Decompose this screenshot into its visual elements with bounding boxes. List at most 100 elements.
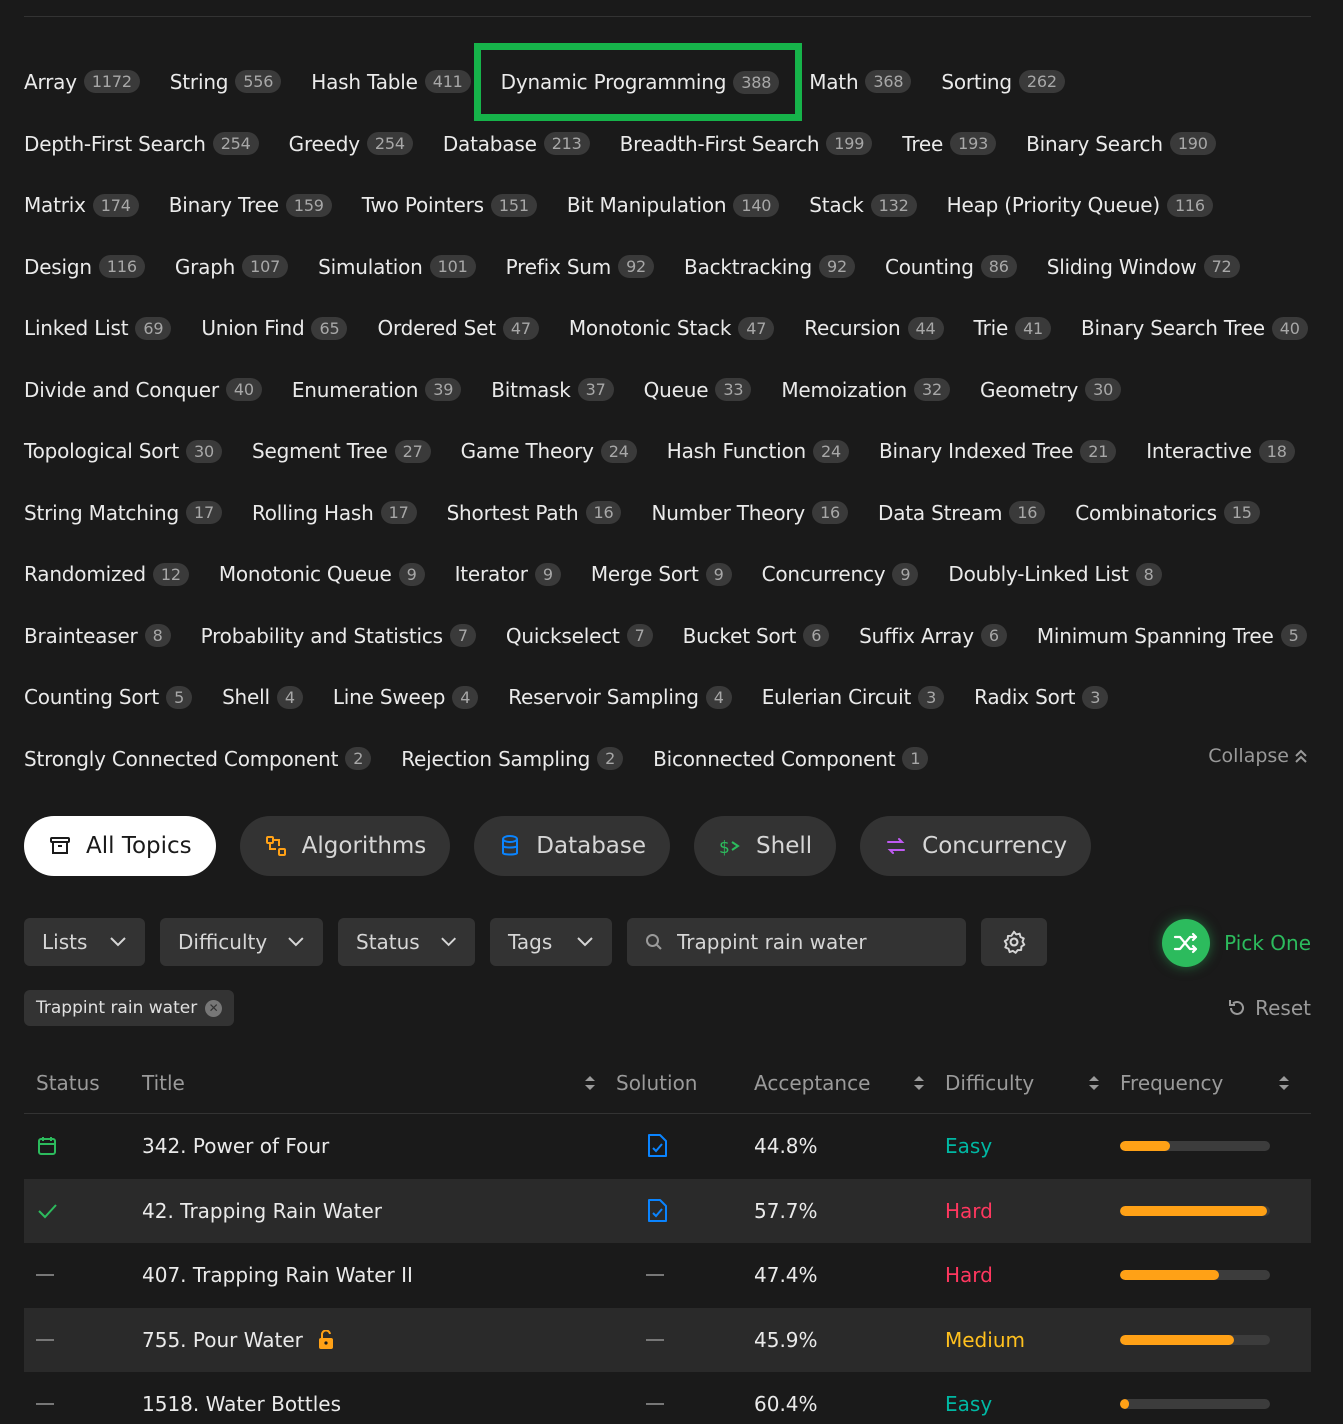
status-dropdown[interactable]: Status <box>338 918 475 966</box>
topic-tag[interactable]: Line Sweep 4 <box>333 667 479 729</box>
topic-tag[interactable]: Prefix Sum 92 <box>506 236 655 298</box>
topic-tag[interactable]: Quickselect 7 <box>506 605 653 667</box>
topic-tag[interactable]: Bucket Sort 6 <box>683 605 830 667</box>
topic-tag[interactable]: Breadth-First Search 199 <box>620 113 873 175</box>
topic-tag[interactable]: Math 368 <box>809 51 912 113</box>
problem-title-link[interactable]: 755. Pour Water <box>142 1328 303 1352</box>
topic-tag[interactable]: Rolling Hash 17 <box>252 482 417 544</box>
topic-tag[interactable]: Union Find 65 <box>201 298 348 360</box>
topic-tag[interactable]: Monotonic Stack 47 <box>569 298 775 360</box>
solution-icon[interactable] <box>646 1198 668 1224</box>
search-input[interactable] <box>677 930 937 954</box>
problem-title-link[interactable]: 42. Trapping Rain Water <box>142 1199 382 1223</box>
lists-dropdown[interactable]: Lists <box>24 918 145 966</box>
difficulty-dropdown[interactable]: Difficulty <box>160 918 323 966</box>
topic-tag[interactable]: Dynamic Programming 388 <box>473 43 803 121</box>
topic-tag[interactable]: Topological Sort 30 <box>24 421 222 483</box>
topic-tag[interactable]: Bitmask 37 <box>491 359 614 421</box>
topic-tag[interactable]: Stack 132 <box>809 175 917 237</box>
topic-tag[interactable]: Matrix 174 <box>24 175 139 237</box>
topic-tag[interactable]: Reservoir Sampling 4 <box>508 667 732 729</box>
topic-tag[interactable]: Database 213 <box>443 113 590 175</box>
topic-tag[interactable]: Monotonic Queue 9 <box>219 544 425 606</box>
topic-tag[interactable]: Bit Manipulation 140 <box>567 175 780 237</box>
table-row[interactable]: 755. Pour Water 45.9% Medium <box>24 1307 1311 1372</box>
topic-tag[interactable]: Shortest Path 16 <box>447 482 622 544</box>
reset-button[interactable]: Reset <box>1227 996 1311 1020</box>
close-icon[interactable]: ✕ <box>205 999 223 1017</box>
topic-tag[interactable]: Rejection Sampling 2 <box>401 728 624 790</box>
topic-tag[interactable]: Divide and Conquer 40 <box>24 359 262 421</box>
header-title[interactable]: Title <box>142 1071 616 1095</box>
table-row[interactable]: 1518. Water Bottles 60.4% Easy <box>24 1372 1311 1424</box>
topic-tag[interactable]: Memoization 32 <box>781 359 950 421</box>
header-difficulty[interactable]: Difficulty <box>945 1071 1120 1095</box>
topic-tag[interactable]: String Matching 17 <box>24 482 222 544</box>
topic-tag[interactable]: Game Theory 24 <box>461 421 637 483</box>
solution-icon[interactable] <box>646 1133 668 1159</box>
topic-tag[interactable]: Radix Sort 3 <box>974 667 1109 729</box>
topic-tag[interactable]: Recursion 44 <box>804 298 944 360</box>
tab-database[interactable]: Database <box>474 816 671 876</box>
topic-tag[interactable]: Minimum Spanning Tree 5 <box>1037 605 1307 667</box>
topic-tag[interactable]: Concurrency 9 <box>762 544 919 606</box>
topic-tag[interactable]: Doubly-Linked List 8 <box>948 544 1162 606</box>
problem-title-link[interactable]: 1518. Water Bottles <box>142 1392 341 1416</box>
problem-title-link[interactable]: 407. Trapping Rain Water II <box>142 1263 413 1287</box>
topic-tag[interactable]: Counting Sort 5 <box>24 667 193 729</box>
topic-tag[interactable]: Sorting 262 <box>941 51 1065 113</box>
topic-tag[interactable]: Two Pointers 151 <box>362 175 537 237</box>
table-row[interactable]: 42. Trapping Rain Water 57.7% Hard <box>24 1178 1311 1243</box>
topic-tag[interactable]: Design 116 <box>24 236 145 298</box>
topic-tag[interactable]: Linked List 69 <box>24 298 172 360</box>
topic-tag[interactable]: Iterator 9 <box>455 544 561 606</box>
topic-tag[interactable]: Binary Indexed Tree 21 <box>879 421 1117 483</box>
topic-tag[interactable]: Data Stream 16 <box>878 482 1046 544</box>
topic-tag[interactable]: Shell 4 <box>222 667 303 729</box>
tab-concurrency[interactable]: Concurrency <box>860 816 1092 876</box>
topic-tag[interactable]: Greedy 254 <box>289 113 413 175</box>
topic-tag[interactable]: Hash Function 24 <box>667 421 849 483</box>
topic-tag[interactable]: Sliding Window 72 <box>1047 236 1240 298</box>
topic-tag[interactable]: Graph 107 <box>175 236 289 298</box>
topic-tag[interactable]: Array 1172 <box>24 51 140 113</box>
topic-tag[interactable]: Probability and Statistics 7 <box>201 605 476 667</box>
topic-tag[interactable]: Binary Search Tree 40 <box>1081 298 1308 360</box>
header-acceptance[interactable]: Acceptance <box>754 1071 945 1095</box>
topic-tag[interactable]: Backtracking 92 <box>684 236 855 298</box>
topic-tag[interactable]: Ordered Set 47 <box>377 298 539 360</box>
problem-title-link[interactable]: 342. Power of Four <box>142 1134 329 1158</box>
topic-tag[interactable]: Randomized 12 <box>24 544 189 606</box>
pick-one-button[interactable]: Pick One <box>1162 919 1311 967</box>
header-frequency[interactable]: Frequency <box>1120 1071 1300 1095</box>
topic-tag[interactable]: Interactive 18 <box>1146 421 1295 483</box>
tags-dropdown[interactable]: Tags <box>490 918 612 966</box>
topic-tag[interactable]: Binary Tree 159 <box>169 175 332 237</box>
tab-all-topics[interactable]: All Topics <box>24 816 216 876</box>
topic-tag[interactable]: Segment Tree 27 <box>252 421 431 483</box>
topic-tag[interactable]: Tree 193 <box>902 113 997 175</box>
topic-tag[interactable]: Depth-First Search 254 <box>24 113 259 175</box>
topic-tag[interactable]: Brainteaser 8 <box>24 605 171 667</box>
topic-tag[interactable]: Number Theory 16 <box>651 482 849 544</box>
topic-tag[interactable]: String 556 <box>170 51 282 113</box>
topic-tag[interactable]: Queue 33 <box>644 359 752 421</box>
topic-tag[interactable]: Merge Sort 9 <box>591 544 732 606</box>
tab-shell[interactable]: $ Shell <box>694 816 837 876</box>
topic-tag[interactable]: Heap (Priority Queue) 116 <box>947 175 1213 237</box>
settings-button[interactable] <box>981 918 1047 966</box>
topic-tag[interactable]: Combinatorics 15 <box>1075 482 1260 544</box>
table-row[interactable]: 342. Power of Four 44.8% Easy <box>24 1114 1311 1179</box>
topic-tag[interactable]: Binary Search 190 <box>1026 113 1216 175</box>
topic-tag[interactable]: Hash Table 411 <box>311 51 471 113</box>
table-row[interactable]: 407. Trapping Rain Water II 47.4% Hard <box>24 1243 1311 1308</box>
topic-tag[interactable]: Counting 86 <box>885 236 1017 298</box>
tab-algorithms[interactable]: Algorithms <box>239 816 451 876</box>
collapse-button[interactable]: Collapse <box>1208 745 1309 767</box>
topic-tag[interactable]: Geometry 30 <box>980 359 1122 421</box>
topic-tag[interactable]: Eulerian Circuit 3 <box>762 667 945 729</box>
topic-tag[interactable]: Suffix Array 6 <box>859 605 1007 667</box>
topic-tag[interactable]: Strongly Connected Component 2 <box>24 728 372 790</box>
topic-tag[interactable]: Simulation 101 <box>318 236 476 298</box>
topic-tag[interactable]: Biconnected Component 1 <box>653 728 929 790</box>
